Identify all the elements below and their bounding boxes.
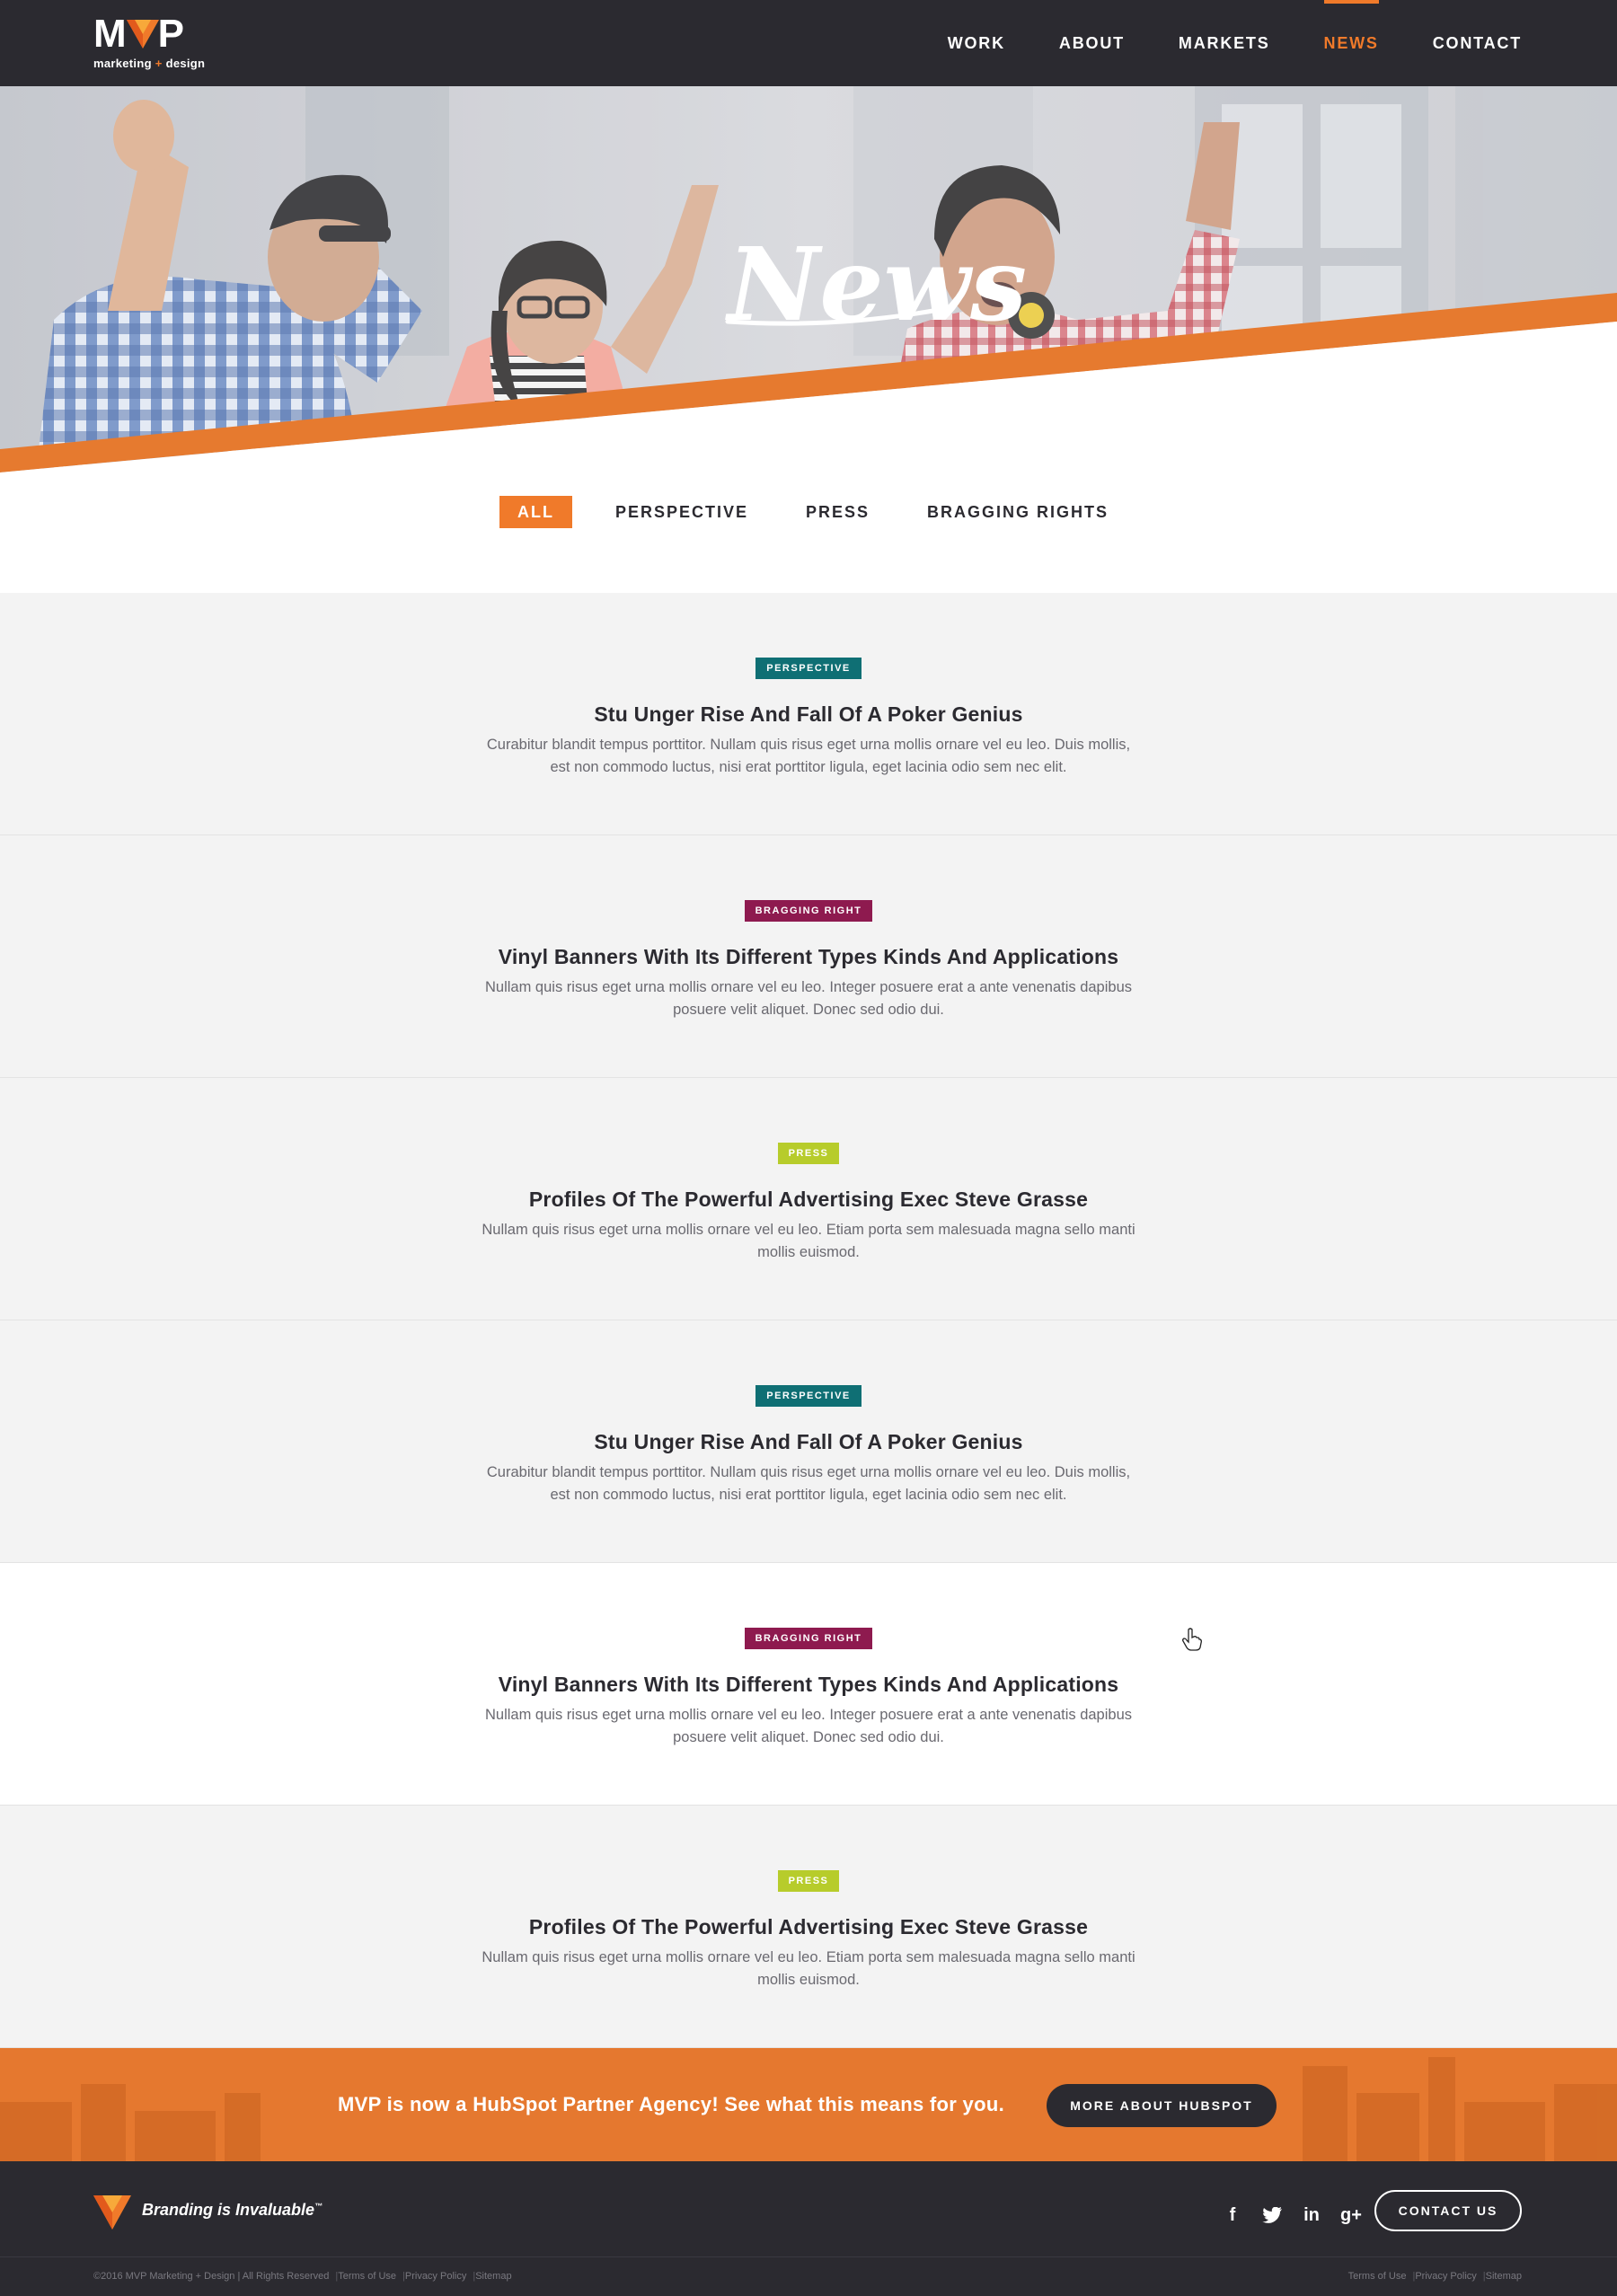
- news-item[interactable]: BRAGGING RIGHT Vinyl Banners With Its Di…: [0, 835, 1617, 1078]
- footer-legal-right: Terms of Use |Privacy Policy |Sitemap: [1348, 2271, 1522, 2282]
- footer-tagline: Branding is Invaluable™: [142, 2201, 323, 2219]
- nav-news[interactable]: NEWS: [1323, 0, 1379, 86]
- category-tag-perspective[interactable]: PERSPECTIVE: [755, 1385, 862, 1407]
- hero-photo: News: [0, 86, 1617, 472]
- category-tag-perspective[interactable]: PERSPECTIVE: [755, 658, 862, 679]
- footer-logo-triangle-icon[interactable]: [93, 2195, 131, 2230]
- logo-m: M: [93, 12, 128, 56]
- filter-all[interactable]: ALL: [499, 496, 572, 528]
- hero-title-script: News: [725, 226, 1027, 344]
- nav-contact[interactable]: CONTACT: [1433, 0, 1522, 86]
- category-tag-press[interactable]: PRESS: [777, 1870, 840, 1892]
- news-item-title[interactable]: Vinyl Banners With Its Different Types K…: [0, 1673, 1617, 1697]
- social-links: f in g+: [1213, 2195, 1371, 2235]
- footer-contact-button[interactable]: CONTACT US: [1374, 2190, 1522, 2231]
- nav-markets[interactable]: MARKETS: [1179, 0, 1270, 86]
- hero-title-text: News: [725, 226, 1027, 344]
- facebook-icon[interactable]: f: [1213, 2195, 1252, 2235]
- news-item-excerpt: Nullam quis risus eget urna mollis ornar…: [485, 979, 1132, 1018]
- footer-divider: [0, 2256, 1617, 2257]
- logo-p: P: [157, 12, 186, 56]
- main-nav: WORK ABOUT MARKETS NEWS CONTACT: [894, 0, 1522, 86]
- linkedin-icon[interactable]: in: [1292, 2195, 1331, 2235]
- news-item[interactable]: PRESS Profiles Of The Powerful Advertisi…: [0, 1806, 1617, 2048]
- footer-legal-left: ©2016 MVP Marketing + Design | All Right…: [93, 2271, 512, 2282]
- news-item[interactable]: PRESS Profiles Of The Powerful Advertisi…: [0, 1078, 1617, 1320]
- logo-subtitle: marketing + design: [93, 57, 206, 70]
- news-filters: ALL PERSPECTIVE PRESS BRAGGING RIGHTS: [0, 496, 1617, 528]
- news-item-excerpt: Curabitur blandit tempus porttitor. Null…: [486, 737, 1131, 775]
- news-item-title[interactable]: Stu Unger Rise And Fall Of A Poker Geniu…: [0, 702, 1617, 727]
- filter-perspective[interactable]: PERSPECTIVE: [606, 496, 757, 528]
- nav-about[interactable]: ABOUT: [1059, 0, 1125, 86]
- more-about-hubspot-button[interactable]: MORE ABOUT HUBSPOT: [1047, 2084, 1277, 2127]
- sitemap-link-right[interactable]: Sitemap: [1486, 2271, 1522, 2282]
- news-item-hovered[interactable]: BRAGGING RIGHT Vinyl Banners With Its Di…: [0, 1563, 1617, 1806]
- news-item-title[interactable]: Stu Unger Rise And Fall Of A Poker Geniu…: [0, 1430, 1617, 1454]
- logo-triangle-icon: [127, 20, 159, 49]
- site-footer: Branding is Invaluable™ f in g+ CONTACT …: [0, 2161, 1617, 2296]
- terms-link[interactable]: Terms of Use: [338, 2271, 396, 2282]
- mvp-logo[interactable]: MP marketing + design: [93, 14, 228, 72]
- privacy-link[interactable]: Privacy Policy: [405, 2271, 466, 2282]
- cta-message: MVP is now a HubSpot Partner Agency! See…: [338, 2093, 1004, 2115]
- news-item-excerpt: Curabitur blandit tempus porttitor. Null…: [486, 1464, 1131, 1503]
- category-tag-bragging-right[interactable]: BRAGGING RIGHT: [744, 900, 873, 922]
- news-list: PERSPECTIVE Stu Unger Rise And Fall Of A…: [0, 593, 1617, 2048]
- news-item[interactable]: PERSPECTIVE Stu Unger Rise And Fall Of A…: [0, 593, 1617, 835]
- top-nav: MP marketing + design WORK ABOUT MARKETS…: [0, 0, 1617, 86]
- hand-cursor-icon: [1182, 1628, 1202, 1651]
- privacy-link-right[interactable]: Privacy Policy: [1415, 2271, 1476, 2282]
- category-tag-bragging-right[interactable]: BRAGGING RIGHT: [744, 1628, 873, 1649]
- news-item-title[interactable]: Profiles Of The Powerful Advertising Exe…: [0, 1915, 1617, 1939]
- news-item-title[interactable]: Profiles Of The Powerful Advertising Exe…: [0, 1188, 1617, 1212]
- hubspot-cta-band: MVP is now a HubSpot Partner Agency! See…: [0, 2048, 1617, 2161]
- news-item-excerpt: Nullam quis risus eget urna mollis ornar…: [482, 1222, 1135, 1260]
- hero-banner: News: [0, 86, 1617, 472]
- twitter-icon[interactable]: [1252, 2195, 1292, 2235]
- nav-work[interactable]: WORK: [948, 0, 1005, 86]
- news-item-excerpt: Nullam quis risus eget urna mollis ornar…: [485, 1707, 1132, 1745]
- google-plus-icon[interactable]: g+: [1331, 2195, 1371, 2235]
- news-item[interactable]: PERSPECTIVE Stu Unger Rise And Fall Of A…: [0, 1320, 1617, 1563]
- news-item-title[interactable]: Vinyl Banners With Its Different Types K…: [0, 945, 1617, 969]
- terms-link-right[interactable]: Terms of Use: [1348, 2271, 1407, 2282]
- filter-press[interactable]: PRESS: [797, 496, 879, 528]
- sitemap-link[interactable]: Sitemap: [475, 2271, 511, 2282]
- copyright-text: ©2016 MVP Marketing + Design | All Right…: [93, 2271, 330, 2282]
- category-tag-press[interactable]: PRESS: [777, 1143, 840, 1164]
- news-item-excerpt: Nullam quis risus eget urna mollis ornar…: [482, 1949, 1135, 1988]
- filter-bragging-rights[interactable]: BRAGGING RIGHTS: [918, 496, 1118, 528]
